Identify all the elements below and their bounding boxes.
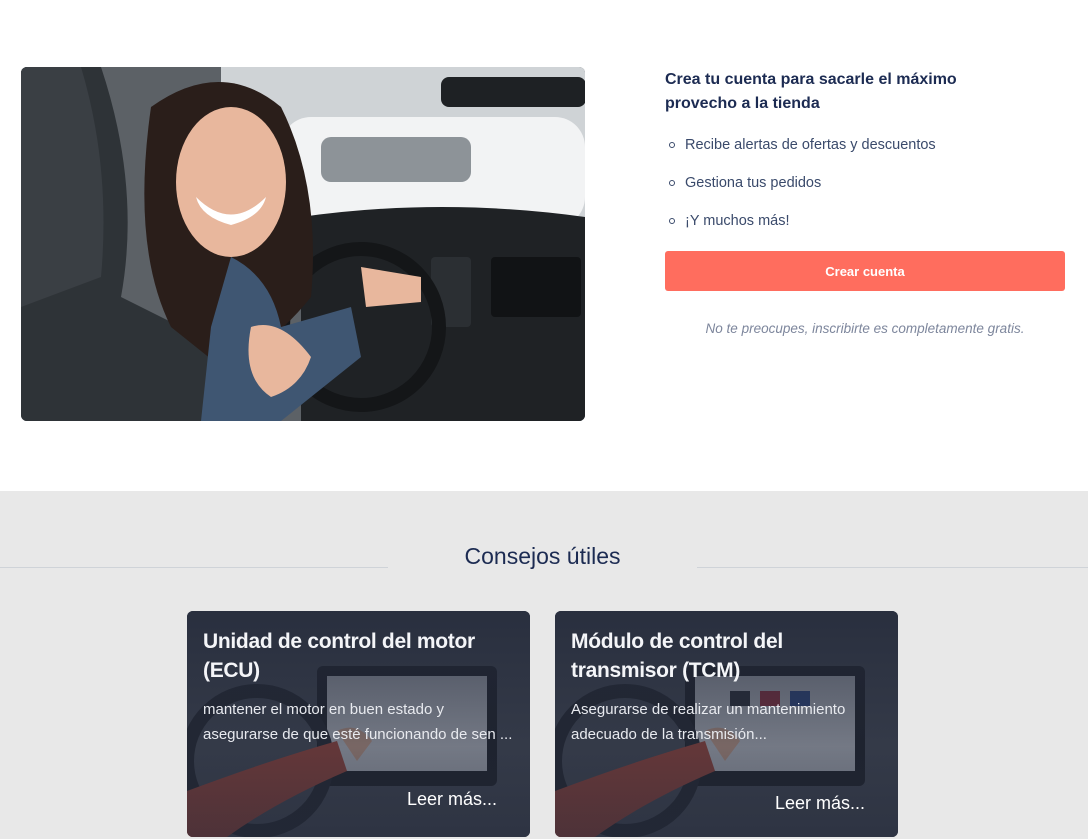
tip-card-text: Asegurarse de realizar un mantenimiento … (571, 701, 846, 743)
tip-card-content: Módulo de control del transmisor (TCM) A… (571, 627, 884, 837)
benefit-label: Gestiona tus pedidos (685, 175, 822, 191)
free-signup-note: No te preocupes, inscribirte es completa… (705, 321, 1025, 336)
create-account-button[interactable]: Crear cuenta (665, 251, 1065, 291)
tip-card-text: mantener el motor en buen estado y asegu… (203, 701, 513, 743)
bullet-icon (669, 142, 675, 148)
benefit-item: Gestiona tus pedidos (665, 164, 1065, 202)
benefit-label: Recibe alertas de ofertas y descuentos (685, 137, 936, 153)
tip-card-tcm[interactable]: Módulo de control del transmisor (TCM) A… (555, 611, 898, 837)
tip-card-title: Unidad de control del motor (ECU) (203, 630, 475, 682)
divider-left (0, 567, 388, 568)
benefit-item: Recibe alertas de ofertas y descuentos (665, 126, 1065, 164)
benefits-list: Recibe alertas de ofertas y descuentos G… (665, 126, 1065, 240)
tip-card-title: Módulo de control del transmisor (TCM) (571, 630, 783, 682)
read-more-link[interactable]: Leer más... (775, 793, 865, 814)
bullet-icon (669, 180, 675, 186)
signup-title: Crea tu cuenta para sacarle el máximo pr… (665, 71, 957, 112)
divider-right (697, 567, 1088, 568)
benefit-label: ¡Y muchos más! (685, 213, 790, 229)
tips-section: Consejos útiles Unidad de control del mo… (0, 491, 1088, 839)
hero-photo-woman-in-car (21, 67, 585, 421)
tips-title: Consejos útiles (464, 543, 621, 569)
tip-card-ecu[interactable]: Unidad de control del motor (ECU) manten… (187, 611, 530, 837)
benefit-item: ¡Y muchos más! (665, 202, 1065, 240)
tip-card-content: Unidad de control del motor (ECU) manten… (203, 627, 516, 837)
read-more-link[interactable]: Leer más... (407, 789, 497, 810)
signup-panel: Crea tu cuenta para sacarle el máximo pr… (665, 68, 1065, 336)
bullet-icon (669, 218, 675, 224)
